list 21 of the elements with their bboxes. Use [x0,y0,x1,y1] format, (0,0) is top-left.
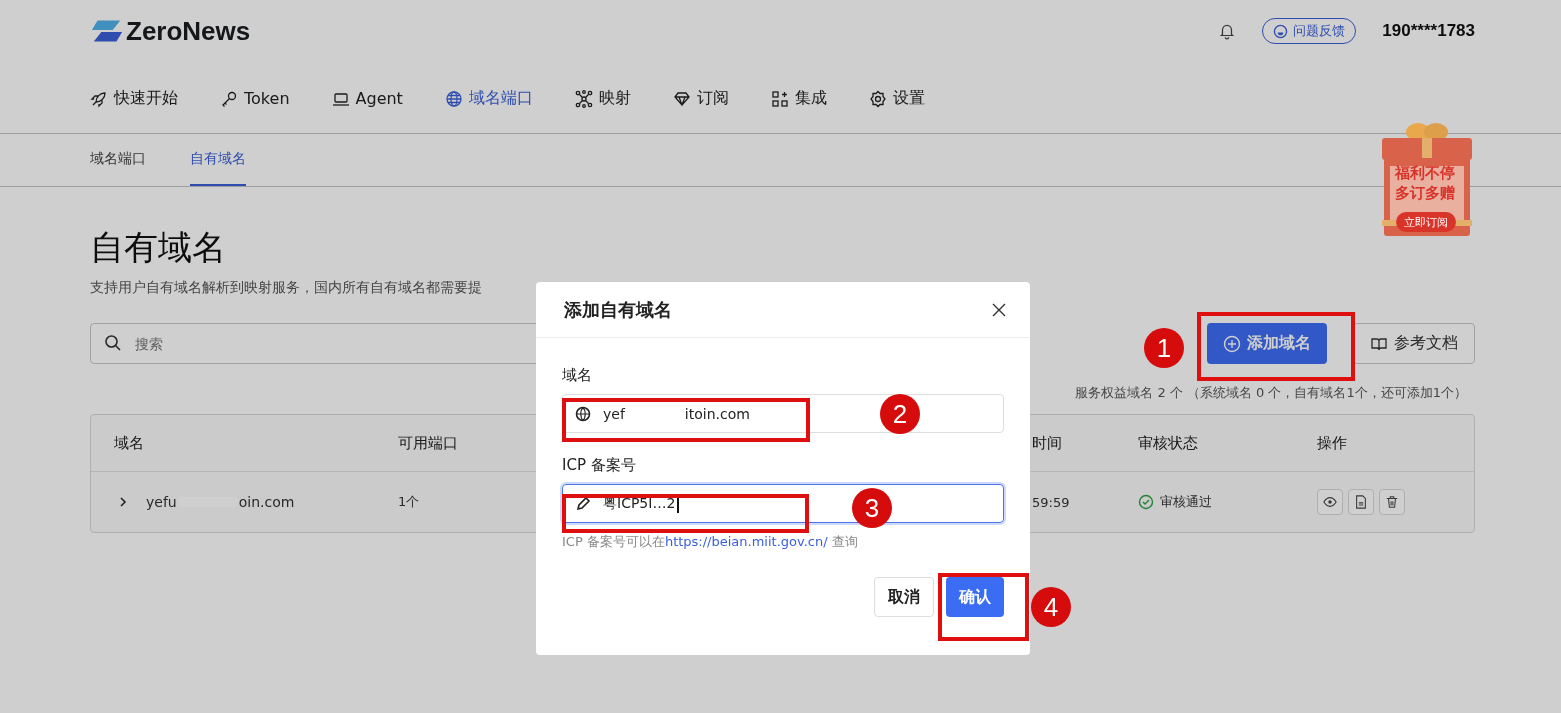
field-label: ICP 备案号 [562,456,637,475]
quota-text: 服务权益域名 2 个 （系统域名 0 个，自有域名1个，还可添加1个） [1074,384,1468,402]
column-header: 操作 [1317,433,1348,453]
column-header: 审核状态 [1138,433,1199,453]
page-title: 自有域名 [90,226,226,269]
status-text: 审核通过 [1160,493,1212,511]
promo-text: 福利不停 [1395,164,1455,182]
column-header: 可用端口 [398,433,459,453]
page-description: 支持用户自有域名解析到映射服务，国内所有自有域名都需要提 [90,279,482,297]
promo-text: 多订多赠 [1395,184,1455,202]
logo-text: ZeroNews [126,15,251,47]
step-number: 4 [1031,587,1071,627]
step-number: 1 [1144,328,1184,368]
help-text: ICP 备案号可以在https://beian.miit.gov.cn/ 查询 [562,533,859,551]
field-label: 域名 [562,366,593,385]
column-header: 时间 [1032,433,1063,453]
domain-cell: yefu oin.com [146,494,295,510]
dialog-title: 添加自有域名 [564,297,672,322]
table-cell: 59:59 [1032,494,1070,510]
table-cell: 1个 [398,493,420,511]
column-header: 域名 [114,433,145,453]
